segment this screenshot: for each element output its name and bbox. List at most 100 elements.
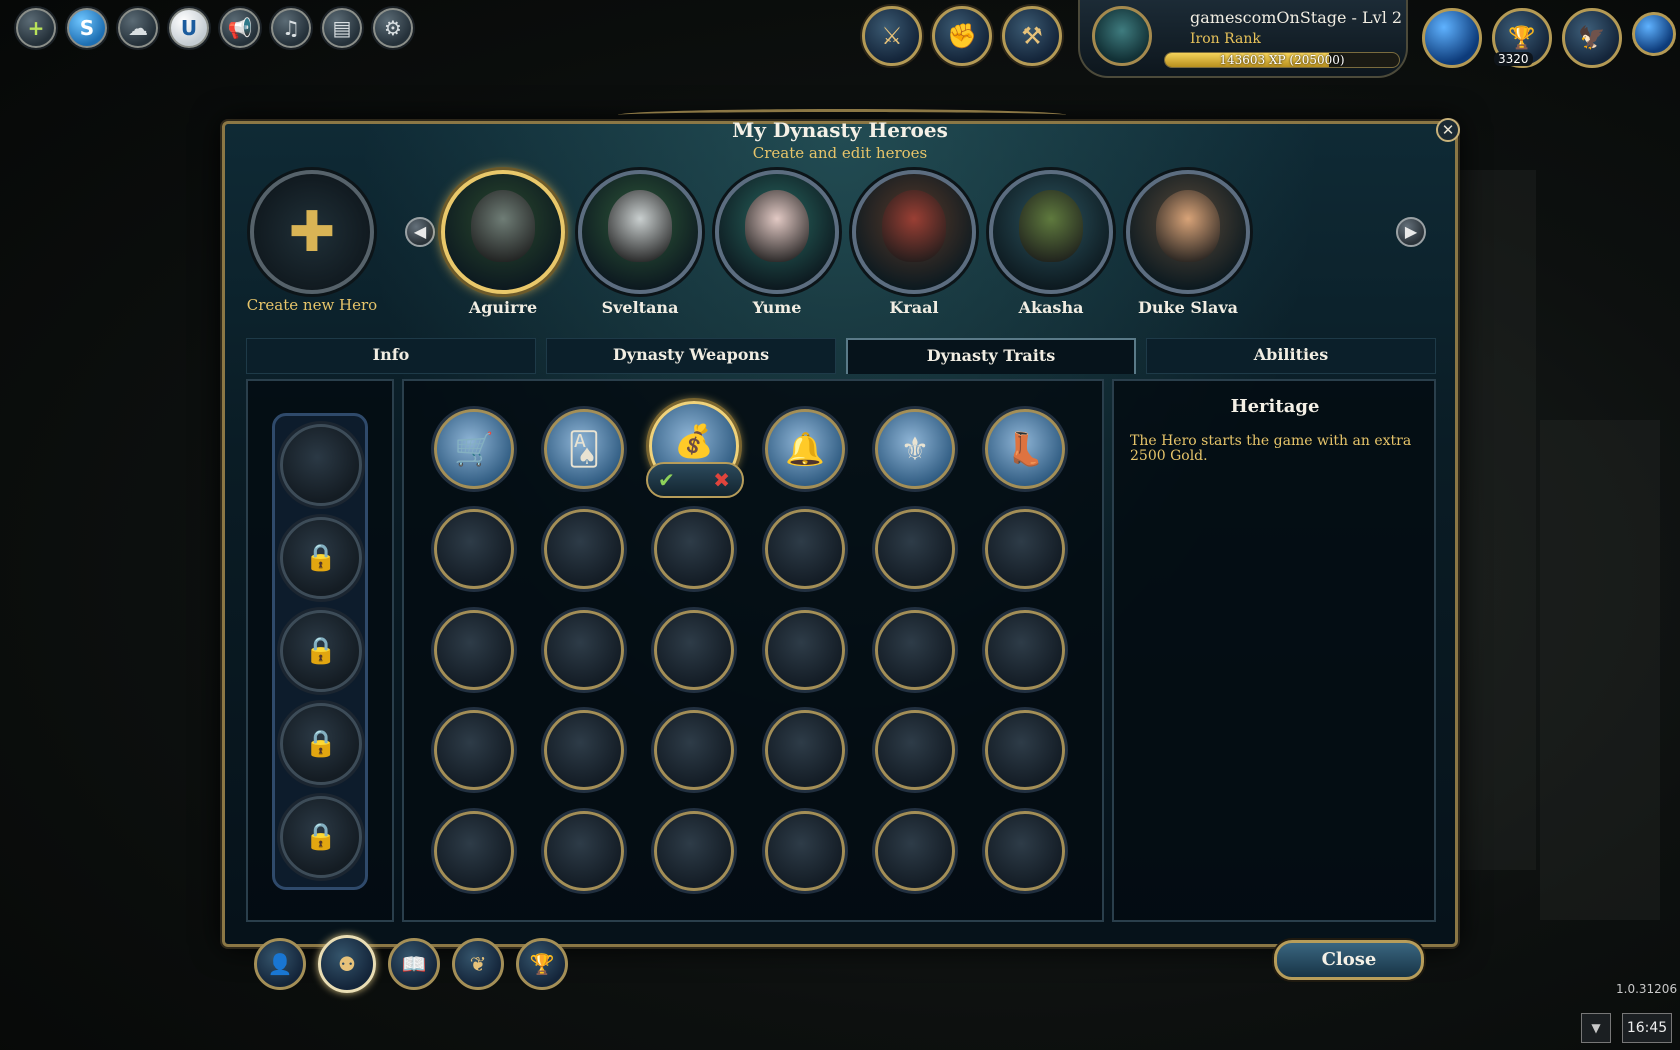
background-wall — [1540, 420, 1660, 920]
hero-face — [470, 190, 536, 263]
chat-icon[interactable]: ☁ — [118, 8, 158, 48]
empty-trait-slot[interactable] — [544, 509, 624, 589]
create-hero-button[interactable]: ✚ — [250, 170, 374, 294]
cancel-x-icon[interactable]: ✖ — [713, 468, 730, 492]
empty-trait-slot[interactable] — [765, 509, 845, 589]
hero-face — [744, 190, 810, 263]
trait-slot[interactable]: ⚜ — [875, 409, 955, 489]
hero-name: Akasha — [1018, 298, 1084, 317]
lock-icon: 🔒 — [304, 636, 338, 666]
trait-confirm-bar: ✔ ✖ — [646, 462, 744, 498]
hero-face — [607, 190, 673, 263]
battle-icon[interactable]: ⚒ — [1002, 6, 1062, 66]
trait-slot[interactable]: 🛒 — [434, 409, 514, 489]
version-label: 1.0.31206 — [1616, 982, 1678, 996]
equipped-slot[interactable] — [280, 424, 362, 506]
lock-icon: 🔒 — [304, 822, 338, 852]
trophy-hero-icon[interactable]: 🏆 — [516, 938, 568, 990]
edge-globe-icon[interactable] — [1632, 12, 1676, 56]
hero-face — [881, 190, 947, 263]
hero-portrait[interactable] — [441, 170, 565, 294]
music-icon[interactable]: ♫ — [271, 8, 311, 48]
skype-icon[interactable]: S — [67, 8, 107, 48]
hero-portrait[interactable] — [852, 170, 976, 294]
empty-trait-slot[interactable] — [544, 710, 624, 790]
empty-trait-slot[interactable] — [654, 509, 734, 589]
empty-trait-slot[interactable] — [434, 710, 514, 790]
empty-trait-slot[interactable] — [654, 610, 734, 690]
locked-slot[interactable]: 🔒 — [280, 796, 362, 878]
empty-trait-slot[interactable] — [875, 811, 955, 891]
hero-face — [1018, 190, 1084, 263]
notes-icon[interactable]: ▤ — [322, 8, 362, 48]
empty-trait-slot[interactable] — [654, 710, 734, 790]
hero-profile-icon[interactable]: 👤 — [254, 938, 306, 990]
empty-trait-slot[interactable] — [765, 610, 845, 690]
empty-trait-slot[interactable] — [434, 509, 514, 589]
dialog-subtitle: Create and edit heroes — [752, 144, 928, 162]
uplay-icon[interactable]: U — [169, 8, 209, 48]
empty-trait-slot[interactable] — [544, 811, 624, 891]
empty-trait-slot[interactable] — [765, 710, 845, 790]
trait-slot[interactable]: 🔔 — [765, 409, 845, 489]
tab-abilities[interactable]: Abilities — [1146, 338, 1436, 374]
empty-trait-slot[interactable] — [434, 610, 514, 690]
player-avatar[interactable] — [1092, 6, 1152, 66]
locked-slot[interactable]: 🔒 — [280, 703, 362, 785]
tab-info[interactable]: Info — [246, 338, 536, 374]
hero-name: Duke Slava — [1137, 298, 1238, 317]
empty-trait-slot[interactable] — [875, 610, 955, 690]
skills-icon[interactable]: ✊ — [932, 6, 992, 66]
hero-name: Sveltana — [601, 298, 679, 317]
player-name-level: gamescomOnStage - Lvl 2 — [1190, 8, 1403, 27]
dynasty-book-icon[interactable]: 📖 — [388, 938, 440, 990]
add-friend-icon[interactable]: + — [16, 8, 56, 48]
locked-slot[interactable]: 🔒 — [280, 517, 362, 599]
trait-name: Heritage — [1230, 396, 1320, 417]
announce-icon[interactable]: 📢 — [220, 8, 260, 48]
dropdown-chevron-icon[interactable]: ▼ — [1581, 1013, 1611, 1043]
trait-slot[interactable]: 👢 — [985, 409, 1065, 489]
hero-name: Yume — [752, 298, 802, 317]
hero-portrait[interactable] — [578, 170, 702, 294]
world-globe-icon[interactable] — [1422, 8, 1482, 68]
empty-trait-slot[interactable] — [765, 811, 845, 891]
cards-icon: 🂡 — [567, 430, 601, 468]
laurel-icon[interactable]: ❦ — [452, 938, 504, 990]
empty-trait-slot[interactable] — [985, 610, 1065, 690]
social-toolbar: + S ☁ U 📢 ♫ ▤ ⚙ — [16, 8, 413, 48]
heroes-icon[interactable]: ⚔ — [862, 6, 922, 66]
empty-trait-slot[interactable] — [985, 710, 1065, 790]
locked-slot[interactable]: 🔒 — [280, 610, 362, 692]
close-button[interactable]: Close — [1274, 940, 1424, 980]
empty-trait-slot[interactable] — [985, 509, 1065, 589]
gold-count: 3320 — [1494, 52, 1533, 66]
empty-trait-slot[interactable] — [654, 811, 734, 891]
tab-dynasty-traits[interactable]: Dynasty Traits — [846, 338, 1136, 374]
trait-description: The Hero starts the game with an extra 2… — [1130, 433, 1412, 464]
supply-wagon-icon: 🛒 — [454, 430, 494, 468]
empty-trait-slot[interactable] — [875, 509, 955, 589]
empty-trait-slot[interactable] — [985, 811, 1065, 891]
hero-portrait[interactable] — [1126, 170, 1250, 294]
empty-trait-slot[interactable] — [875, 710, 955, 790]
xp-text: 143603 XP (205000) — [1219, 53, 1345, 67]
confirm-check-icon[interactable]: ✔ — [658, 468, 675, 492]
settings-icon[interactable]: ⚙ — [373, 8, 413, 48]
bell-tools-icon: 🔔 — [785, 430, 825, 468]
prev-hero-arrow-icon[interactable]: ◀ — [405, 217, 435, 247]
dynasty-heroes-icon[interactable]: ⚉ — [318, 935, 376, 993]
hero-portrait[interactable] — [989, 170, 1113, 294]
hero-face — [1155, 190, 1221, 263]
trait-slot[interactable]: 🂡 — [544, 409, 624, 489]
player-profile[interactable]: gamescomOnStage - Lvl 2 Iron Rank 143603… — [1078, 0, 1408, 78]
lock-icon: 🔒 — [304, 729, 338, 759]
griffin-shop-icon[interactable]: 🦅 — [1562, 8, 1622, 68]
empty-trait-slot[interactable] — [434, 811, 514, 891]
next-hero-arrow-icon[interactable]: ▶ — [1396, 217, 1426, 247]
empty-trait-slot[interactable] — [544, 610, 624, 690]
dialog-bottom-tabs: 👤 ⚉ 📖 ❦ 🏆 — [254, 935, 568, 993]
dialog-title: My Dynasty Heroes — [732, 118, 948, 142]
tab-dynasty-weapons[interactable]: Dynasty Weapons — [546, 338, 836, 374]
hero-portrait[interactable] — [715, 170, 839, 294]
